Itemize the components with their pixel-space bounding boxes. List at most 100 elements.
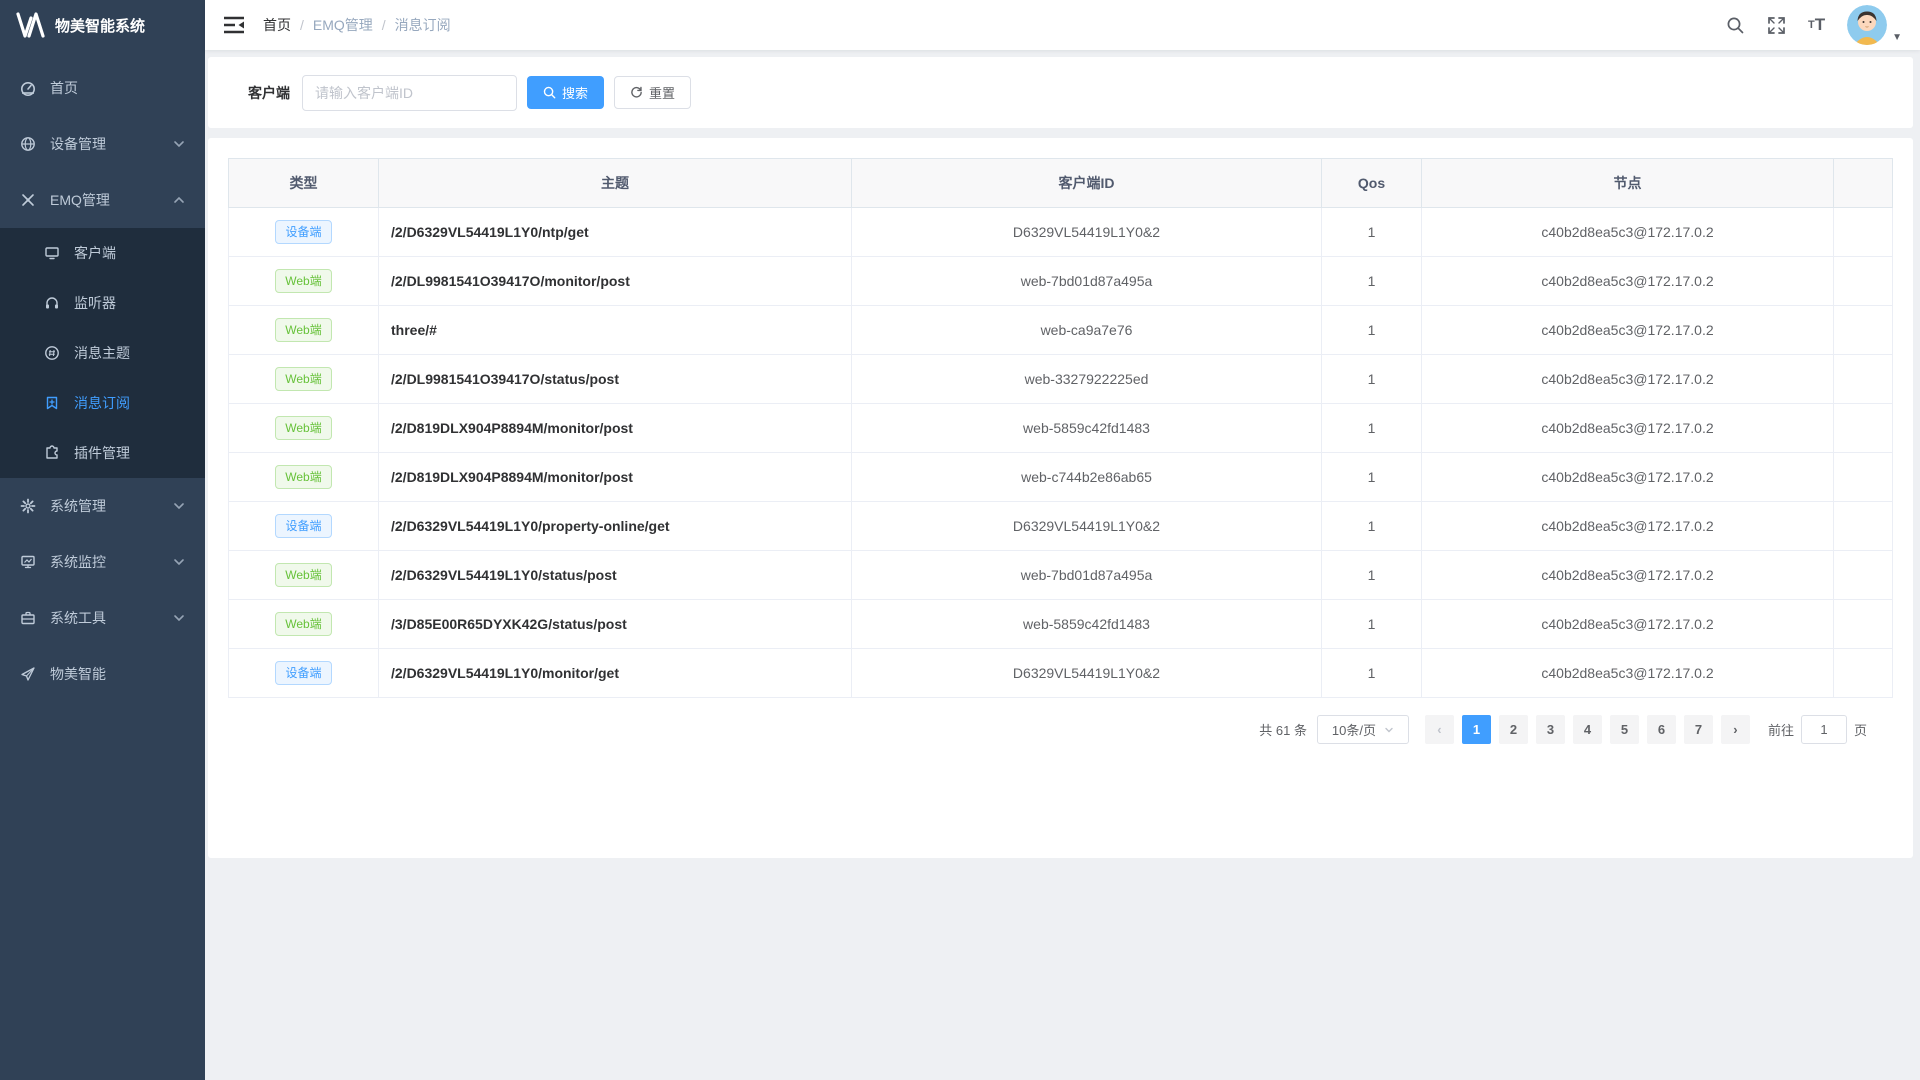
qos-cell: 1 bbox=[1322, 600, 1422, 649]
type-badge: Web端 bbox=[275, 367, 331, 391]
sidebar-item-system-monitor[interactable]: 系统监控 bbox=[0, 534, 205, 590]
breadcrumb-home[interactable]: 首页 bbox=[263, 15, 291, 35]
top-navbar: 首页 / EMQ管理 / 消息订阅 TT bbox=[205, 0, 1920, 50]
page-button-7[interactable]: 7 bbox=[1684, 715, 1713, 744]
paper-plane-icon bbox=[20, 666, 36, 682]
chevron-down-icon bbox=[1384, 725, 1394, 735]
goto-unit-label: 页 bbox=[1854, 720, 1867, 739]
type-badge: Web端 bbox=[275, 563, 331, 587]
page-size-select[interactable]: 10条/页 bbox=[1317, 715, 1409, 744]
gutter-cell bbox=[1834, 600, 1893, 649]
page-button-1[interactable]: 1 bbox=[1462, 715, 1491, 744]
gutter-cell bbox=[1834, 453, 1893, 502]
user-menu[interactable]: ▼ bbox=[1847, 5, 1902, 45]
app-logo-icon bbox=[16, 12, 46, 38]
page-button-4[interactable]: 4 bbox=[1573, 715, 1602, 744]
header-topic: 主题 bbox=[379, 159, 852, 208]
search-button-label: 搜索 bbox=[562, 83, 588, 102]
qos-cell: 1 bbox=[1322, 306, 1422, 355]
sidebar-item-label: 客户端 bbox=[74, 243, 116, 263]
sidebar-item-label: 首页 bbox=[50, 78, 78, 98]
dashboard-icon bbox=[20, 80, 36, 96]
header-type: 类型 bbox=[229, 159, 379, 208]
client-id-cell: web-7bd01d87a495a bbox=[852, 551, 1322, 600]
reset-button-label: 重置 bbox=[649, 83, 675, 102]
table-row: 设备端 /2/D6329VL54419L1Y0/property-online/… bbox=[229, 502, 1893, 551]
page-button-2[interactable]: 2 bbox=[1499, 715, 1528, 744]
page-button-5[interactable]: 5 bbox=[1610, 715, 1639, 744]
header-qos: Qos bbox=[1322, 159, 1422, 208]
topic-icon bbox=[44, 345, 60, 361]
gear-icon bbox=[20, 498, 36, 514]
search-icon[interactable] bbox=[1726, 16, 1745, 35]
goto-page-input[interactable] bbox=[1801, 715, 1847, 744]
topic-cell: /2/D819DLX904P8894M/monitor/post bbox=[379, 453, 852, 502]
avatar[interactable] bbox=[1847, 5, 1887, 45]
sidebar-item-plugins[interactable]: 插件管理 bbox=[0, 428, 205, 478]
sidebar-collapse-icon[interactable] bbox=[223, 16, 245, 34]
gutter-cell bbox=[1834, 551, 1893, 600]
breadcrumb-current: 消息订阅 bbox=[395, 15, 451, 35]
node-cell: c40b2d8ea5c3@172.17.0.2 bbox=[1422, 404, 1834, 453]
topic-cell: /2/D6329VL54419L1Y0/monitor/get bbox=[379, 649, 852, 698]
chevron-down-icon bbox=[171, 136, 187, 152]
gutter-cell bbox=[1834, 649, 1893, 698]
sidebar-item-label: 物美智能 bbox=[50, 664, 106, 684]
page-button-6[interactable]: 6 bbox=[1647, 715, 1676, 744]
client-id-label: 客户端 bbox=[248, 83, 290, 103]
goto-label: 前往 bbox=[1768, 720, 1794, 739]
sidebar-item-system-admin[interactable]: 系统管理 bbox=[0, 478, 205, 534]
font-size-icon[interactable]: TT bbox=[1808, 15, 1825, 35]
logo-row[interactable]: 物美智能系统 bbox=[0, 0, 205, 50]
topic-cell: /2/DL9981541O39417O/monitor/post bbox=[379, 257, 852, 306]
sidebar-item-devices[interactable]: 设备管理 bbox=[0, 116, 205, 172]
next-page-button[interactable]: › bbox=[1721, 715, 1750, 744]
gutter-cell bbox=[1834, 404, 1893, 453]
table-card: 类型 主题 客户端ID Qos 节点 设备端 /2/D6329VL54419L1… bbox=[208, 138, 1913, 858]
qos-cell: 1 bbox=[1322, 649, 1422, 698]
topic-cell: /2/D6329VL54419L1Y0/ntp/get bbox=[379, 208, 852, 257]
client-id-input[interactable] bbox=[302, 75, 517, 111]
breadcrumb-emq[interactable]: EMQ管理 bbox=[313, 15, 373, 35]
qos-cell: 1 bbox=[1322, 355, 1422, 404]
sidebar-item-listeners[interactable]: 监听器 bbox=[0, 278, 205, 328]
sidebar-item-system-tools[interactable]: 系统工具 bbox=[0, 590, 205, 646]
topic-cell: /2/D6329VL54419L1Y0/property-online/get bbox=[379, 502, 852, 551]
fullscreen-icon[interactable] bbox=[1767, 16, 1786, 35]
topic-cell: /2/D819DLX904P8894M/monitor/post bbox=[379, 404, 852, 453]
node-cell: c40b2d8ea5c3@172.17.0.2 bbox=[1422, 551, 1834, 600]
pagination-total: 共 61 条 bbox=[1259, 720, 1307, 739]
prev-page-button[interactable]: ‹ bbox=[1425, 715, 1454, 744]
page-button-3[interactable]: 3 bbox=[1536, 715, 1565, 744]
sidebar-item-home[interactable]: 首页 bbox=[0, 60, 205, 116]
chevron-down-icon bbox=[171, 554, 187, 570]
sidebar-item-subscriptions[interactable]: 消息订阅 bbox=[0, 378, 205, 428]
type-badge: Web端 bbox=[275, 612, 331, 636]
sidebar-item-emq[interactable]: EMQ管理 bbox=[0, 172, 205, 228]
sidebar-item-label: 系统监控 bbox=[50, 552, 106, 572]
table-row: Web端 /2/D6329VL54419L1Y0/status/post web… bbox=[229, 551, 1893, 600]
topic-cell: /2/D6329VL54419L1Y0/status/post bbox=[379, 551, 852, 600]
sidebar-item-topics[interactable]: 消息主题 bbox=[0, 328, 205, 378]
chevron-up-icon bbox=[171, 192, 187, 208]
sidebar-item-clients[interactable]: 客户端 bbox=[0, 228, 205, 278]
table-row: Web端 /2/D819DLX904P8894M/monitor/post we… bbox=[229, 404, 1893, 453]
node-cell: c40b2d8ea5c3@172.17.0.2 bbox=[1422, 502, 1834, 551]
table-row: Web端 /2/DL9981541O39417O/monitor/post we… bbox=[229, 257, 1893, 306]
subscribe-icon bbox=[44, 395, 60, 411]
node-cell: c40b2d8ea5c3@172.17.0.2 bbox=[1422, 453, 1834, 502]
node-cell: c40b2d8ea5c3@172.17.0.2 bbox=[1422, 600, 1834, 649]
type-badge: Web端 bbox=[275, 416, 331, 440]
qos-cell: 1 bbox=[1322, 208, 1422, 257]
app-title: 物美智能系统 bbox=[55, 15, 145, 36]
search-button[interactable]: 搜索 bbox=[527, 76, 604, 109]
table-row: 设备端 /2/D6329VL54419L1Y0/monitor/get D632… bbox=[229, 649, 1893, 698]
sidebar-item-wumei[interactable]: 物美智能 bbox=[0, 646, 205, 702]
reset-button[interactable]: 重置 bbox=[614, 76, 691, 109]
plugin-icon bbox=[44, 445, 60, 461]
table-row: Web端 three/# web-ca9a7e76 1 c40b2d8ea5c3… bbox=[229, 306, 1893, 355]
search-button-icon bbox=[543, 86, 556, 99]
sidebar-item-label: 插件管理 bbox=[74, 443, 130, 463]
type-badge: Web端 bbox=[275, 269, 331, 293]
header-client-id: 客户端ID bbox=[852, 159, 1322, 208]
